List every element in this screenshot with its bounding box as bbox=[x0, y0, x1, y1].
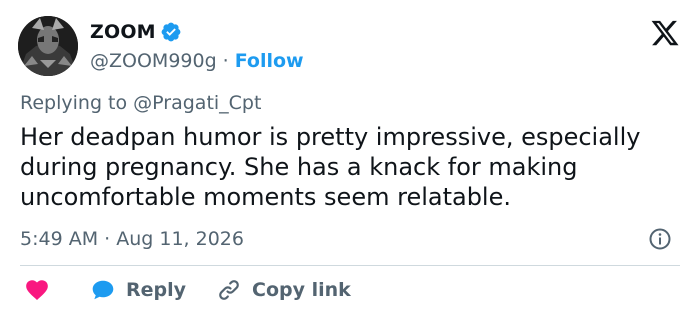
replying-to: Replying to @Pragati_Cpt bbox=[20, 92, 261, 114]
tweet-text: Her deadpan humor is pretty impressive, … bbox=[20, 123, 641, 211]
reply-mention-link[interactable]: @Pragati_Cpt bbox=[133, 92, 261, 114]
display-name[interactable]: ZOOM bbox=[90, 21, 156, 43]
handle-row: @ZOOM990g · Follow bbox=[90, 48, 304, 74]
reply-label: Reply bbox=[126, 279, 187, 301]
divider bbox=[20, 265, 680, 266]
heart-icon bbox=[26, 280, 48, 300]
tweet-timestamp[interactable]: 5:49 AM · Aug 11, 2026 bbox=[20, 228, 244, 250]
separator-dot: · bbox=[222, 50, 229, 72]
speech-bubble-icon bbox=[92, 280, 114, 300]
action-bar: Reply Copy link bbox=[24, 276, 351, 304]
replying-to-prefix: Replying to bbox=[20, 92, 134, 114]
copy-link-label: Copy link bbox=[252, 279, 351, 301]
name-row: ZOOM bbox=[90, 20, 304, 44]
follow-button[interactable]: Follow bbox=[235, 50, 304, 72]
verified-badge-icon bbox=[160, 21, 182, 43]
tweet-header: ZOOM @ZOOM990g · Follow bbox=[90, 20, 304, 74]
x-logo-icon[interactable] bbox=[650, 18, 680, 48]
user-handle[interactable]: @ZOOM990g bbox=[90, 50, 217, 72]
like-button[interactable] bbox=[24, 277, 50, 303]
link-icon bbox=[219, 280, 239, 300]
reply-button[interactable]: Reply bbox=[50, 277, 186, 303]
copy-link-button[interactable]: Copy link bbox=[186, 277, 351, 303]
avatar-image bbox=[18, 16, 78, 76]
avatar[interactable] bbox=[18, 16, 78, 76]
info-icon[interactable] bbox=[648, 227, 672, 251]
